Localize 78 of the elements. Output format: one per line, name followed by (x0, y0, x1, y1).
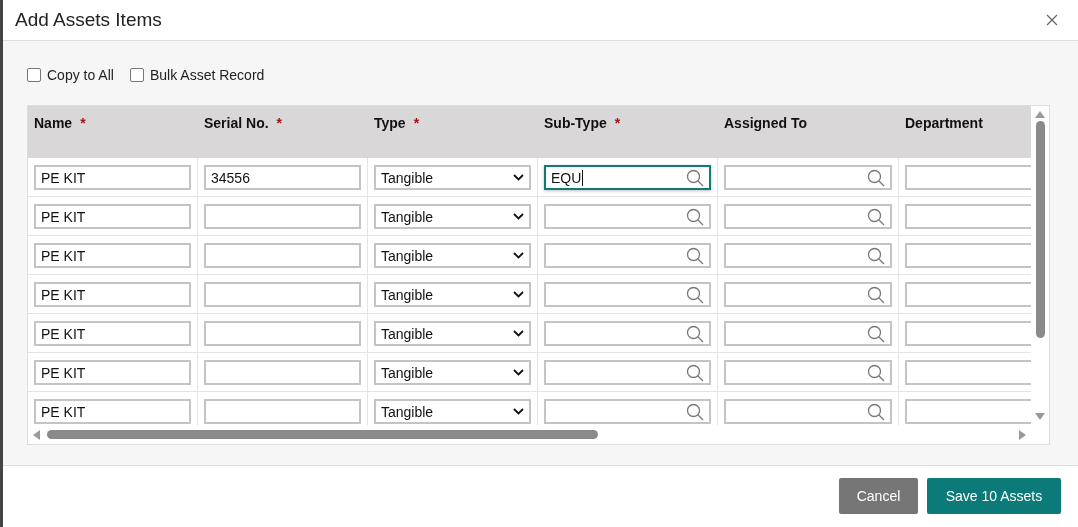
required-mark: * (614, 115, 621, 131)
type-select[interactable]: Tangible (374, 360, 531, 385)
search-icon (686, 363, 704, 382)
column-header: Name (34, 115, 73, 131)
lookup-field[interactable] (544, 243, 711, 268)
close-icon[interactable] (1046, 14, 1058, 26)
caret-icon (513, 213, 524, 220)
type-select[interactable]: Tangible (374, 165, 531, 190)
scroll-left-icon[interactable] (32, 428, 41, 441)
search-icon (686, 285, 704, 304)
search-icon (686, 246, 704, 265)
name-field[interactable]: PE KIT (34, 165, 191, 190)
lookup-field[interactable] (724, 243, 892, 268)
required-mark: * (276, 115, 283, 131)
scroll-right-icon[interactable] (1018, 428, 1027, 441)
column-header: Assigned To (724, 115, 807, 131)
search-icon (867, 168, 885, 187)
lookup-field[interactable] (724, 165, 892, 190)
required-mark: * (80, 115, 86, 131)
dialog-title: Add Assets Items (15, 9, 162, 31)
lookup-field[interactable] (544, 360, 711, 385)
lookup-field[interactable] (544, 321, 711, 346)
checkbox[interactable] (129, 68, 144, 82)
lookup-field[interactable] (724, 282, 892, 307)
search-icon (867, 285, 885, 304)
name-field[interactable]: PE KIT (34, 360, 191, 385)
lookup-field[interactable] (544, 399, 711, 424)
column-header: Type (374, 115, 406, 131)
input-field[interactable] (204, 282, 361, 307)
column-header: Sub-Type (544, 115, 607, 131)
type-select[interactable]: Tangible (374, 243, 531, 268)
save-button[interactable]: Save 10 Assets (927, 478, 1061, 514)
search-icon (686, 324, 704, 343)
lookup-field[interactable] (544, 204, 711, 229)
checkbox[interactable] (27, 68, 41, 82)
input-field[interactable] (204, 360, 361, 385)
lookup-field[interactable] (724, 321, 892, 346)
input-field[interactable] (204, 204, 361, 229)
column-header: Department (905, 115, 983, 131)
search-icon (686, 168, 704, 187)
caret-icon (513, 291, 524, 298)
caret-icon (513, 369, 524, 376)
lookup-field[interactable]: EQU (544, 165, 711, 190)
input-field[interactable] (204, 321, 361, 346)
search-icon (867, 246, 885, 265)
caret-icon (513, 408, 524, 415)
type-select[interactable]: Tangible (374, 399, 531, 424)
caret-icon (513, 330, 524, 337)
lookup-field[interactable] (544, 282, 711, 307)
search-icon (686, 207, 704, 226)
search-icon (867, 402, 885, 421)
caret-icon (513, 252, 524, 259)
required-mark: * (413, 115, 420, 131)
search-icon (686, 402, 704, 421)
search-icon (867, 363, 885, 382)
type-select[interactable]: Tangible (374, 282, 531, 307)
caret-icon (513, 174, 524, 181)
name-field[interactable]: PE KIT (34, 243, 191, 268)
input-field[interactable]: 34556 (204, 165, 361, 190)
type-select[interactable]: Tangible (374, 321, 531, 346)
checkbox-label: Copy to All (47, 67, 114, 83)
search-icon (867, 207, 885, 226)
scroll-up-icon[interactable] (1034, 110, 1046, 119)
type-select[interactable]: Tangible (374, 204, 531, 229)
scroll-down-icon[interactable] (1034, 412, 1046, 421)
input-field[interactable] (204, 243, 361, 268)
search-icon (867, 324, 885, 343)
name-field[interactable]: PE KIT (34, 204, 191, 229)
cancel-button[interactable]: Cancel (839, 478, 918, 514)
name-field[interactable]: PE KIT (34, 399, 191, 424)
lookup-field[interactable] (724, 399, 892, 424)
lookup-field[interactable] (724, 204, 892, 229)
name-field[interactable]: PE KIT (34, 321, 191, 346)
column-header: Serial No. (204, 115, 269, 131)
input-field[interactable] (204, 399, 361, 424)
lookup-field[interactable] (724, 360, 892, 385)
name-field[interactable]: PE KIT (34, 282, 191, 307)
checkbox-label: Bulk Asset Record (149, 67, 265, 83)
